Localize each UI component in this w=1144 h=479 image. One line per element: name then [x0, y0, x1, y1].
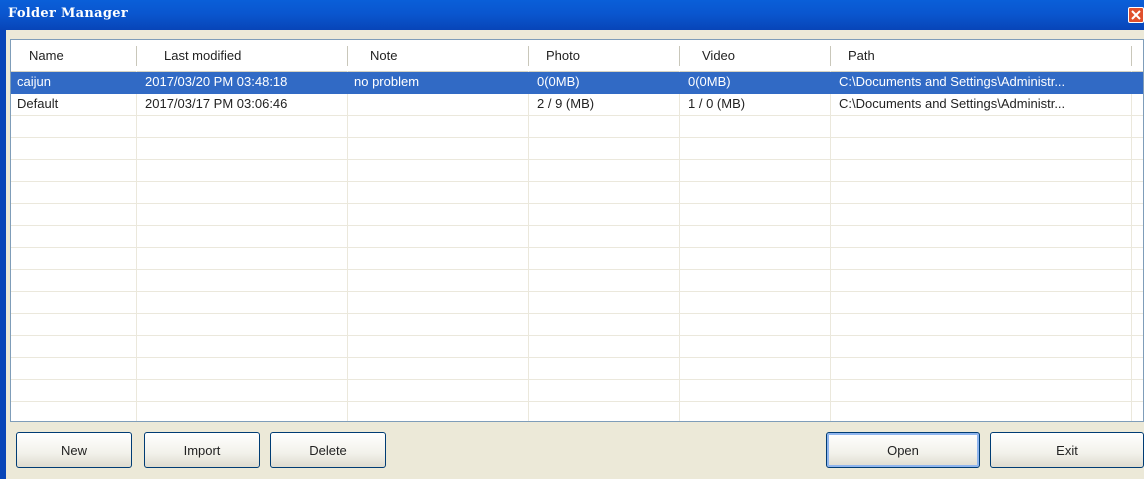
- close-button[interactable]: [1128, 7, 1144, 23]
- cell-path: C:\Documents and Settings\Administr...: [839, 96, 1066, 111]
- column-header-name[interactable]: Name: [21, 40, 141, 71]
- grid-line: [1131, 71, 1132, 421]
- column-header-last-modified[interactable]: Last modified: [156, 40, 336, 71]
- header-divider[interactable]: [136, 46, 137, 66]
- import-button[interactable]: Import: [144, 432, 260, 468]
- grid-line: [11, 357, 1143, 358]
- grid-line: [528, 71, 529, 421]
- folder-manager-window: Folder Manager Name Last modified Note P…: [0, 0, 1144, 479]
- cell-last-modified: 2017/03/20 PM 03:48:18: [145, 74, 288, 89]
- header-divider[interactable]: [830, 46, 831, 66]
- exit-button[interactable]: Exit: [990, 432, 1144, 468]
- grid-line: [11, 137, 1143, 138]
- header-divider[interactable]: [1131, 46, 1132, 66]
- cell-note: [349, 94, 527, 116]
- header-divider[interactable]: [347, 46, 348, 66]
- header-divider[interactable]: [679, 46, 680, 66]
- grid-line: [136, 71, 137, 421]
- grid-line: [11, 401, 1143, 402]
- grid-line: [11, 269, 1143, 270]
- header-divider[interactable]: [528, 46, 529, 66]
- table-row-default[interactable]: Default 2017/03/17 PM 03:06:46 2 / 9 (MB…: [11, 94, 1143, 116]
- cell-note: no problem: [354, 74, 420, 89]
- new-button[interactable]: New: [16, 432, 132, 468]
- cell-photo: 2 / 9 (MB): [537, 96, 595, 111]
- grid-line: [679, 71, 680, 421]
- delete-button[interactable]: Delete: [270, 432, 386, 468]
- grid-line: [11, 291, 1143, 292]
- window-frame-left: [0, 30, 6, 479]
- table-row-caijun[interactable]: caijun 2017/03/20 PM 03:48:18 no problem…: [11, 72, 1143, 94]
- column-header-photo[interactable]: Photo: [538, 40, 678, 71]
- cell-video: 0(0MB): [688, 74, 731, 89]
- cell-path: C:\Documents and Settings\Administr...: [839, 74, 1066, 89]
- cell-video: 1 / 0 (MB): [688, 96, 746, 111]
- cell-name: Default: [17, 96, 59, 111]
- grid-line: [11, 225, 1143, 226]
- list-header: Name Last modified Note Photo Video Path: [11, 40, 1143, 72]
- cell-last-modified: 2017/03/17 PM 03:06:46: [145, 96, 288, 111]
- grid-line: [11, 159, 1143, 160]
- grid-line: [11, 335, 1143, 336]
- grid-line: [11, 379, 1143, 380]
- folder-list[interactable]: Name Last modified Note Photo Video Path: [10, 39, 1144, 422]
- window-title: Folder Manager: [8, 6, 128, 21]
- cell-name: caijun: [17, 74, 51, 89]
- open-button[interactable]: Open: [826, 432, 980, 468]
- column-header-note[interactable]: Note: [362, 40, 532, 71]
- grid-line: [347, 71, 348, 421]
- grid-line: [11, 203, 1143, 204]
- grid-line: [11, 313, 1143, 314]
- close-icon: [1131, 10, 1141, 20]
- grid-line: [11, 181, 1143, 182]
- title-bar[interactable]: Folder Manager: [0, 0, 1144, 30]
- grid-line: [830, 71, 831, 421]
- column-header-path[interactable]: Path: [840, 40, 1130, 71]
- grid-line: [11, 247, 1143, 248]
- column-header-video[interactable]: Video: [694, 40, 834, 71]
- cell-photo: 0(0MB): [537, 74, 580, 89]
